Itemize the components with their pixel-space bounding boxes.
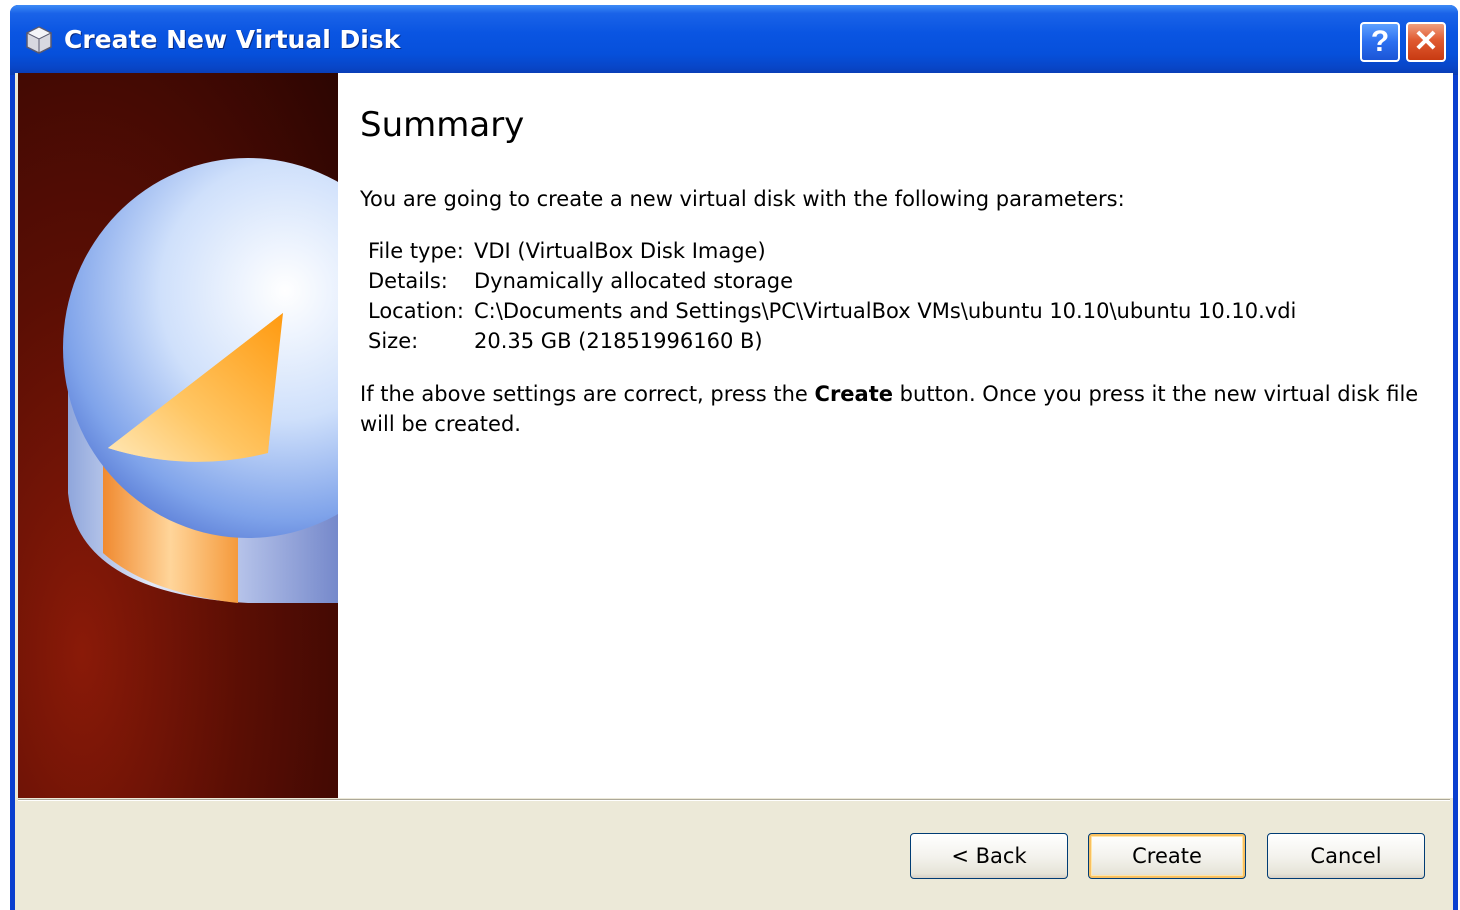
param-value: Dynamically allocated storage xyxy=(474,269,793,293)
wizard-disk-illustration xyxy=(18,73,338,798)
disk-pie-illustration xyxy=(63,158,338,603)
button-area-separator xyxy=(18,799,1450,801)
param-label: File type: xyxy=(368,239,464,263)
close-button[interactable]: ✕ xyxy=(1406,22,1446,62)
param-label: Details: xyxy=(368,269,448,293)
page-title: Summary xyxy=(360,105,525,145)
param-label: Size: xyxy=(368,329,419,353)
window-title: Create New Virtual Disk xyxy=(64,25,401,54)
instruction-text-start: If the above settings are correct, press… xyxy=(360,382,815,406)
param-value: VDI (VirtualBox Disk Image) xyxy=(474,239,766,263)
cancel-button[interactable]: Cancel xyxy=(1267,833,1425,879)
back-button[interactable]: < Back xyxy=(910,833,1068,879)
dialog-body: Summary You are going to create a new vi… xyxy=(15,73,1453,910)
help-button[interactable]: ? xyxy=(1360,22,1400,62)
instruction-text: If the above settings are correct, press… xyxy=(360,379,1425,439)
intro-text: You are going to create a new virtual di… xyxy=(360,187,1125,211)
dialog-window: Create New Virtual Disk ? ✕ Summary You … xyxy=(10,5,1458,910)
summary-content: Summary You are going to create a new vi… xyxy=(338,73,1453,798)
param-value: 20.35 GB (21851996160 B) xyxy=(474,329,763,353)
title-bar[interactable]: Create New Virtual Disk ? ✕ xyxy=(10,5,1458,75)
param-value: C:\Documents and Settings\PC\VirtualBox … xyxy=(474,299,1297,323)
create-button[interactable]: Create xyxy=(1088,833,1246,879)
virtualbox-icon xyxy=(25,26,53,54)
param-label: Location: xyxy=(368,299,464,323)
instruction-create-emphasis: Create xyxy=(814,382,893,406)
